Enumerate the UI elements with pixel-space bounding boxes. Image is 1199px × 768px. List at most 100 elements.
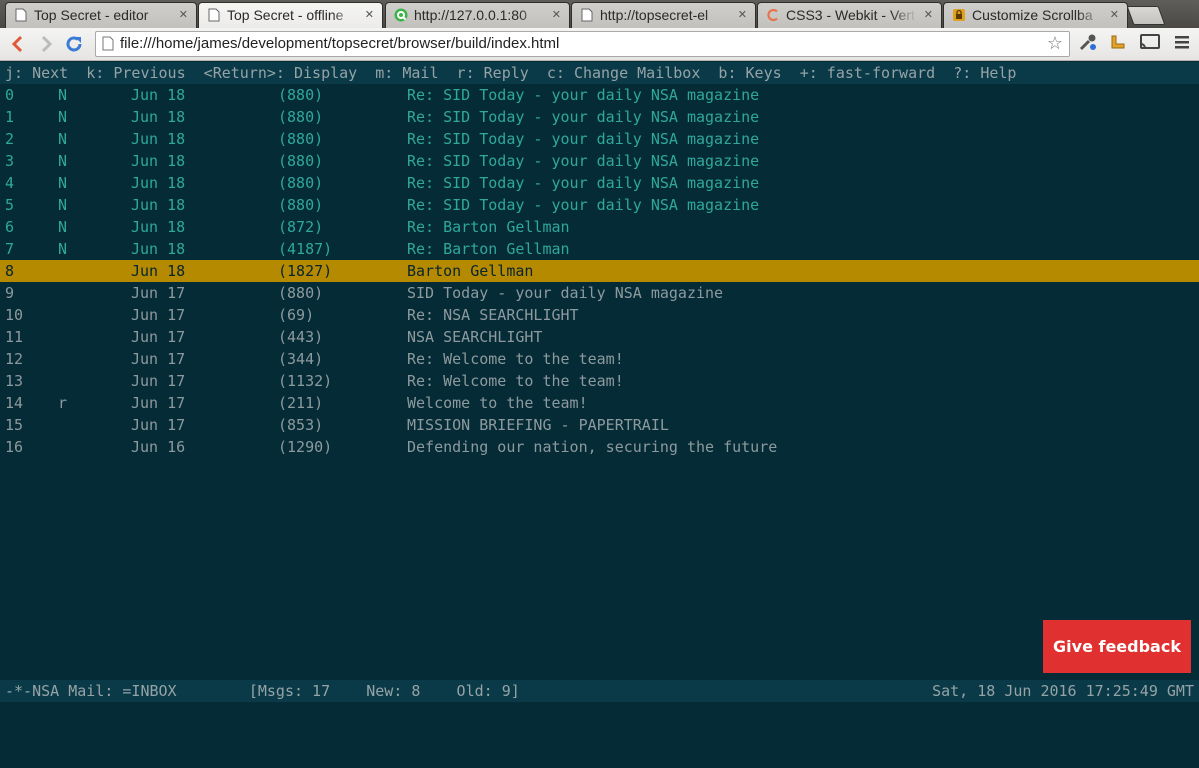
close-icon[interactable]: ✕ [738,8,747,21]
message-row[interactable]: 2 N Jun 18 (880) Re: SID Today - your daily … [0,128,1199,150]
url-text[interactable]: file:///home/james/development/topsecret… [120,35,559,52]
message-row[interactable]: 11 Jun 17 (443) NSA SEARCHLIGHT [0,326,1199,348]
message-row[interactable]: 12 Jun 17 (344) Re: Welcome to the team! [0,348,1199,370]
message-row[interactable]: 13 Jun 17 (1132) Re: Welcome to the team! [0,370,1199,392]
message-flag: r [58,394,68,412]
message-size: (443) [278,328,324,346]
message-subject: SID Today - your daily NSA magazine [407,284,724,302]
message-number: 8 [5,262,15,280]
message-subject: Re: Welcome to the team! [407,350,624,368]
message-date: Jun 18 [131,174,186,192]
close-icon[interactable]: ✕ [924,8,933,21]
message-row[interactable]: 3 N Jun 18 (880) Re: SID Today - your daily … [0,150,1199,172]
message-date: Jun 18 [131,130,186,148]
ruler-icon[interactable] [1106,32,1130,56]
bookmark-star-icon[interactable]: ☆ [1047,33,1063,54]
message-subject: Re: Barton Gellman [407,218,570,236]
browser-tab[interactable]: Customize Scrollba ✕ [943,2,1128,28]
message-date: Jun 17 [131,328,186,346]
message-subject: Welcome to the team! [407,394,588,412]
reload-button[interactable] [62,32,86,56]
message-date: Jun 18 [131,152,186,170]
message-subject: Re: Barton Gellman [407,240,570,258]
message-number: 13 [5,372,24,390]
message-flag: N [58,196,68,214]
message-row[interactable]: 5 N Jun 18 (880) Re: SID Today - your daily … [0,194,1199,216]
message-row[interactable]: 0 N Jun 18 (880) Re: SID Today - your daily … [0,84,1199,106]
eyedropper-icon[interactable] [1076,32,1100,56]
message-size: (880) [278,152,324,170]
menu-icon[interactable] [1170,32,1194,56]
message-flag: N [58,240,68,258]
keybinding-help-bar: j: Next k: Previous <Return>: Display m:… [0,62,1199,84]
message-subject: Barton Gellman [407,262,534,280]
message-size: (1132) [278,372,333,390]
message-subject: NSA SEARCHLIGHT [407,328,543,346]
message-number: 14 [5,394,24,412]
give-feedback-button[interactable]: Give feedback [1043,620,1191,673]
message-size: (69) [278,306,315,324]
message-flag: N [58,86,68,104]
message-size: (211) [278,394,324,412]
new-tab-button[interactable] [1126,6,1166,25]
status-bar: -*-NSA Mail: =INBOX [Msgs: 17 New: 8 Old… [0,680,1199,702]
close-icon[interactable]: ✕ [552,8,561,21]
address-bar[interactable]: file:///home/james/development/topsecret… [95,31,1070,57]
message-flag: N [58,130,68,148]
message-subject: Defending our nation, securing the futur… [407,438,778,456]
datetime-status: Sat, 18 Jun 2016 17:25:49 GMT [932,682,1194,700]
message-flag: N [58,152,68,170]
message-number: 6 [5,218,15,236]
back-arrow-icon [11,35,23,53]
tab-title: Customize Scrollba [972,7,1093,23]
back-button[interactable] [6,32,30,56]
close-icon[interactable]: ✕ [179,8,188,21]
message-size: (880) [278,174,324,192]
message-subject: Re: SID Today - your daily NSA magazine [407,86,760,104]
message-row[interactable]: 6 N Jun 18 (872) Re: Barton Gellman [0,216,1199,238]
browser-tab[interactable]: http://topsecret-el ✕ [571,2,756,28]
message-number: 1 [5,108,15,126]
message-row[interactable]: 10 Jun 17 (69) Re: NSA SEARCHLIGHT [0,304,1199,326]
browser-tab[interactable]: http://127.0.0.1:80 ✕ [385,2,570,28]
message-row[interactable]: 7 N Jun 18 (4187) Re: Barton Gellman [0,238,1199,260]
message-size: (344) [278,350,324,368]
message-date: Jun 17 [131,306,186,324]
message-number: 16 [5,438,24,456]
message-row[interactable]: 16 Jun 16 (1290) Defending our nation, secu… [0,436,1199,458]
message-number: 5 [5,196,15,214]
message-date: Jun 18 [131,218,186,236]
message-row[interactable]: 15 Jun 17 (853) MISSION BRIEFING - PAPERTRA… [0,414,1199,436]
message-row[interactable]: 4 N Jun 18 (880) Re: SID Today - your daily … [0,172,1199,194]
message-date: Jun 17 [131,394,186,412]
tab-title: http://topsecret-el [600,7,709,23]
message-subject: Re: Welcome to the team! [407,372,624,390]
message-date: Jun 17 [131,416,186,434]
close-icon[interactable]: ✕ [365,8,374,21]
c-icon [766,8,780,22]
close-icon[interactable]: ✕ [1110,8,1119,21]
browser-tab[interactable]: Top Secret - editor ✕ [5,2,197,28]
message-row-selected[interactable]: 8 Jun 18 (1827) Barton Gellman [0,260,1199,282]
message-list: 0 N Jun 18 (880) Re: SID Today - your daily … [0,84,1199,458]
forward-button[interactable] [34,32,58,56]
message-row[interactable]: 1 N Jun 18 (880) Re: SID Today - your daily … [0,106,1199,128]
message-size: (872) [278,218,324,236]
message-number: 4 [5,174,15,192]
page-icon [207,8,221,22]
message-number: 11 [5,328,24,346]
message-size: (880) [278,130,324,148]
message-size: (880) [278,196,324,214]
message-size: (1290) [278,438,333,456]
message-subject: Re: SID Today - your daily NSA magazine [407,196,760,214]
message-number: 10 [5,306,24,324]
message-row[interactable]: 9 Jun 17 (880) SID Today - your daily NSA m… [0,282,1199,304]
reload-icon [66,36,82,52]
message-date: Jun 17 [131,284,186,302]
message-row[interactable]: 14 r Jun 17 (211) Welcome to the team! [0,392,1199,414]
browser-tab-active[interactable]: Top Secret - offline ✕ [198,2,383,28]
cast-icon[interactable] [1138,32,1162,56]
tab-title: http://127.0.0.1:80 [414,7,527,23]
message-date: Jun 16 [131,438,186,456]
browser-tab[interactable]: CSS3 - Webkit - Vert ✕ [757,2,942,28]
